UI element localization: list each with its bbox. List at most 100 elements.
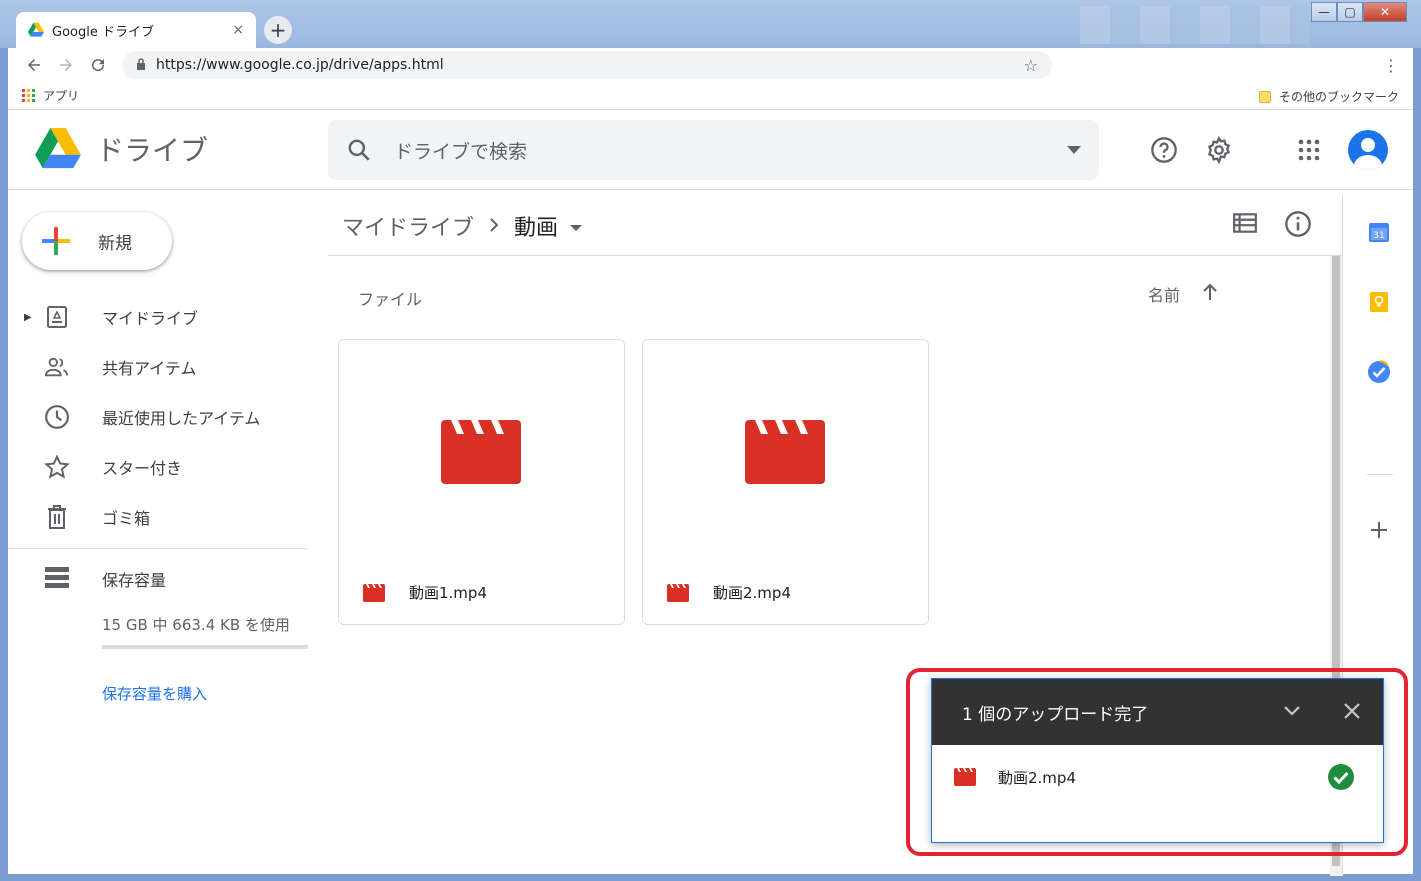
file-card-footer: 動画2.mp4 [667,582,791,603]
browser-tab[interactable]: Google ドライブ × [16,12,256,48]
drive-logo[interactable]: ドライブ [34,128,208,170]
upload-panel-title: 1 個のアップロード完了 [962,704,1149,725]
bookmark-apps[interactable]: アプリ [43,87,79,104]
calendar-icon[interactable]: 31 [1367,220,1391,244]
file-card[interactable]: 動画2.mp4 [642,339,929,625]
sidebar-item-recent[interactable]: 最近使用したアイテム [8,392,318,442]
sidebar-item-label: スター付き [102,459,183,478]
maximize-button[interactable]: ▢ [1337,2,1363,22]
file-name: 動画1.mp4 [409,584,487,602]
upload-panel-header: 1 個のアップロード完了 [932,679,1383,745]
drive-favicon-icon [28,22,44,37]
other-bookmarks-label: その他のブックマーク [1278,90,1399,104]
drive-logo-icon [35,128,81,169]
storage-icon [44,566,70,592]
chevron-right-icon [488,214,500,238]
upload-item-row[interactable]: 動画2.mp4 [932,745,1383,809]
upload-status-panel: 1 個のアップロード完了 動画2.mp4 [931,678,1384,843]
bookmark-star-icon[interactable]: ☆ [1024,56,1038,75]
my-drive-icon [44,304,70,330]
sidebar-item-label: 最近使用したアイテム [102,409,261,428]
drive-header: ドライブ ドライブで検索 [8,110,1413,190]
storage-label: 保存容量 [102,571,167,590]
browser-toolbar: https://www.google.co.jp/drive/apps.html… [8,48,1413,82]
breadcrumb: マイドライブ 動画 [328,196,1342,256]
video-thumbnail-icon [441,420,521,484]
sidebar-item-shared[interactable]: 共有アイテム [8,342,318,392]
other-bookmarks[interactable]: その他のブックマーク [1258,88,1399,105]
expand-caret-icon[interactable]: ▶ [24,312,32,323]
breadcrumb-root[interactable]: マイドライブ [342,210,474,242]
rail-divider [1367,474,1393,475]
storage-usage-bar [102,645,308,649]
sidebar-item-trash[interactable]: ゴミ箱 [8,492,318,542]
bookmarks-bar: アプリ その他のブックマーク [8,82,1413,110]
section-label-files: ファイル [358,290,423,309]
sidebar-item-label: 共有アイテム [102,359,197,378]
tab-title: Google ドライブ [52,24,154,40]
search-icon[interactable] [346,137,372,163]
upload-item-name: 動画2.mp4 [998,768,1076,787]
browser-menu-icon[interactable]: ⋮ [1383,56,1399,75]
window-titlebar: Google ドライブ × + — ▢ ✕ [0,0,1421,48]
folder-menu-dropdown-icon[interactable] [570,213,583,238]
new-button[interactable]: 新規 [22,212,172,270]
sidebar-item-label: マイドライブ [102,309,199,328]
collapse-chevron-down-icon[interactable] [1280,699,1304,723]
star-icon [44,454,70,480]
storage-used-text: 15 GB 中 663.4 KB を使用 [102,616,290,634]
sidebar-nav: ▶ マイドライブ 共有アイテム 最近使用したアイテム スター付き ゴミ箱 [8,292,318,542]
shared-icon [44,354,70,380]
drive-logo-text: ドライブ [96,134,209,167]
sidebar-divider [8,548,308,549]
apps-grid-icon[interactable] [22,89,35,102]
google-apps-icon[interactable] [1293,134,1325,166]
list-view-icon[interactable] [1232,210,1258,244]
video-file-icon [363,583,385,602]
view-controls [1232,210,1312,244]
new-tab-button[interactable]: + [264,16,292,44]
reload-icon[interactable] [82,49,114,81]
new-button-label: 新規 [98,233,132,254]
trash-icon [44,504,70,530]
sort-arrow-up-icon[interactable] [1202,283,1218,305]
tab-close-icon[interactable]: × [232,22,244,38]
svg-text:31: 31 [1373,231,1384,241]
minimize-button[interactable]: — [1311,2,1337,22]
close-icon[interactable] [1340,699,1364,723]
settings-gear-icon[interactable] [1203,134,1235,166]
file-card-footer: 動画1.mp4 [363,582,487,603]
help-icon[interactable] [1148,134,1180,166]
search-input[interactable]: ドライブで検索 [394,137,1067,164]
address-bar[interactable]: https://www.google.co.jp/drive/apps.html… [122,51,1052,79]
clock-icon [44,404,70,430]
file-card[interactable]: 動画1.mp4 [338,339,625,625]
lock-icon [136,57,146,73]
folder-icon [1258,90,1271,103]
sidebar-item-starred[interactable]: スター付き [8,442,318,492]
window-controls: — ▢ ✕ [1311,2,1407,22]
storage-section: 保存容量 15 GB 中 663.4 KB を使用 保存容量を購入 [44,566,308,704]
upload-complete-check-icon [1328,764,1354,790]
background-window-decoration [1080,6,1310,44]
back-icon[interactable] [18,49,50,81]
tasks-icon[interactable] [1367,360,1391,384]
forward-icon[interactable] [50,49,82,81]
plus-icon [40,225,72,257]
sort-control[interactable]: 名前 [1148,282,1218,306]
sidebar-item-my-drive[interactable]: ▶ マイドライブ [8,292,318,342]
window-close-button[interactable]: ✕ [1363,2,1407,22]
sidebar: 新規 ▶ マイドライブ 共有アイテム 最近使用したアイテム スター付き ゴミ箱 … [8,196,318,876]
breadcrumb-current[interactable]: 動画 [514,210,558,242]
account-avatar[interactable] [1348,130,1388,170]
sidebar-item-label: ゴミ箱 [102,509,151,528]
keep-icon[interactable] [1367,290,1391,314]
search-box[interactable]: ドライブで検索 [328,120,1099,180]
search-options-icon[interactable] [1067,146,1081,154]
buy-storage-link[interactable]: 保存容量を購入 [102,683,308,704]
info-icon[interactable] [1284,210,1312,244]
add-addon-icon[interactable] [1367,518,1391,542]
video-file-icon [954,768,976,786]
file-name: 動画2.mp4 [713,584,791,602]
sort-label[interactable]: 名前 [1148,282,1180,306]
